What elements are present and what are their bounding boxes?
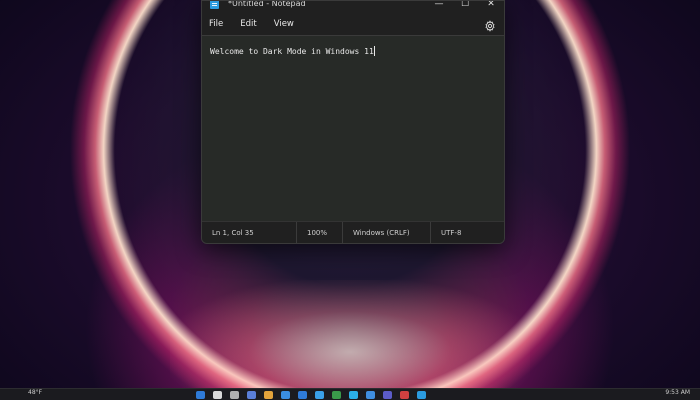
status-zoom[interactable]: 100% xyxy=(296,222,342,243)
taskbar-app-icon[interactable] xyxy=(281,391,290,399)
taskbar-app-icon[interactable] xyxy=(315,391,324,399)
taskbar-app-icon[interactable] xyxy=(230,391,239,399)
taskbar-app-icon[interactable] xyxy=(213,391,222,399)
menu-edit[interactable]: Edit xyxy=(240,19,256,29)
system-clock[interactable]: 9:53 AM xyxy=(665,389,690,396)
taskbar-app-icon[interactable] xyxy=(247,391,256,399)
taskbar-app-icon[interactable] xyxy=(298,391,307,399)
status-cursor-position: Ln 1, Col 35 xyxy=(212,228,254,237)
taskbar-app-icon[interactable] xyxy=(400,391,409,399)
taskbar-app-icon[interactable] xyxy=(383,391,392,399)
weather-widget[interactable]: 48°F xyxy=(28,389,42,396)
editor-text: Welcome to Dark Mode in Windows 11 xyxy=(210,47,374,56)
window-controls: — ☐ ✕ xyxy=(426,1,504,11)
taskbar-app-icon[interactable] xyxy=(366,391,375,399)
text-editor[interactable]: Welcome to Dark Mode in Windows 11 xyxy=(202,35,504,222)
taskbar-app-icon[interactable] xyxy=(196,391,205,399)
maximize-button[interactable]: ☐ xyxy=(452,1,478,11)
notepad-window[interactable]: *Untitled - Notepad — ☐ ✕ File Edit View… xyxy=(201,0,505,244)
minimize-button[interactable]: — xyxy=(426,1,452,11)
taskbar-app-icon[interactable] xyxy=(332,391,341,399)
menu-file[interactable]: File xyxy=(209,19,223,29)
window-title: *Untitled - Notepad xyxy=(228,0,306,8)
close-button[interactable]: ✕ xyxy=(478,1,504,11)
status-encoding[interactable]: UTF-8 xyxy=(430,222,500,243)
editor-content: Welcome to Dark Mode in Windows 11 xyxy=(210,46,375,56)
status-bar: Ln 1, Col 35 100% Windows (CRLF) UTF-8 xyxy=(202,221,504,243)
gear-icon[interactable] xyxy=(484,17,496,32)
menu-bar: File Edit View xyxy=(202,13,504,35)
title-bar[interactable]: *Untitled - Notepad — ☐ ✕ xyxy=(202,1,504,13)
taskbar-app-icon[interactable] xyxy=(417,391,426,399)
notepad-app-icon xyxy=(210,1,219,9)
text-caret xyxy=(373,46,375,56)
wallpaper-glow xyxy=(170,280,530,400)
taskbar: 48°F 9:53 AM xyxy=(0,388,700,400)
taskbar-app-icon[interactable] xyxy=(349,391,358,399)
status-line-ending[interactable]: Windows (CRLF) xyxy=(342,222,430,243)
menu-view[interactable]: View xyxy=(274,19,294,29)
taskbar-app-icons xyxy=(196,391,426,399)
taskbar-app-icon[interactable] xyxy=(264,391,273,399)
